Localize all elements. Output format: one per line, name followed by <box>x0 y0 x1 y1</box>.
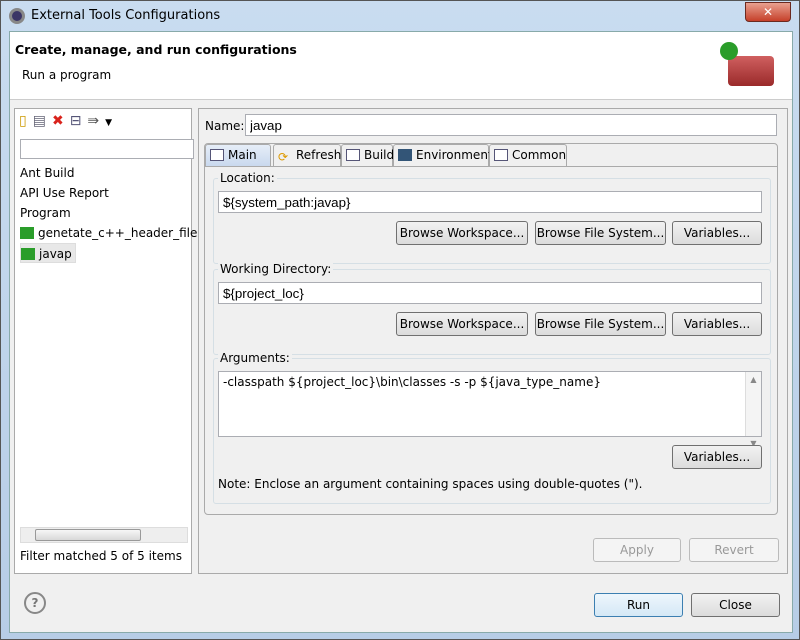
location-browse-fs-button[interactable]: Browse File System... <box>535 221 666 245</box>
main-tab-icon <box>210 149 224 161</box>
revert-button[interactable]: Revert <box>689 538 779 562</box>
tree-item-javap[interactable]: javap <box>20 243 76 263</box>
horizontal-scrollbar[interactable] <box>20 527 188 543</box>
duplicate-icon[interactable]: ▤ <box>33 113 52 129</box>
location-group: Location: Browse Workspace... Browse Fil… <box>213 171 771 264</box>
tab-label: Main <box>228 148 257 162</box>
refresh-icon: ⟳ <box>278 150 289 164</box>
tab-build[interactable]: Build <box>341 144 395 166</box>
workdir-label: Working Directory: <box>218 262 334 276</box>
tab-refresh[interactable]: ⟳ Refresh <box>273 144 341 166</box>
vertical-scrollbar[interactable]: ▲ ▼ <box>745 372 761 448</box>
tree-item-genetate[interactable]: genetate_c++_header_file <box>20 223 197 243</box>
filter-status: Filter matched 5 of 5 items <box>20 549 182 563</box>
workdir-variables-button[interactable]: Variables... <box>672 312 762 336</box>
location-input[interactable] <box>218 191 762 213</box>
tree-item-label: javap <box>39 247 72 261</box>
program-launch-icon <box>21 248 35 260</box>
config-editor: Name: Main ⟳ Refresh Build Environment Co… <box>198 108 788 574</box>
tab-environment[interactable]: Environment <box>393 144 493 166</box>
tree-item-api-use-report[interactable]: API Use Report <box>20 183 109 203</box>
filter-input[interactable] <box>20 139 194 159</box>
program-launch-icon <box>20 227 34 239</box>
scrollbar-thumb[interactable] <box>35 529 141 541</box>
tab-label: Common <box>512 148 567 162</box>
arguments-note: Note: Enclose an argument containing spa… <box>218 477 643 491</box>
location-label: Location: <box>218 171 277 185</box>
run-badge-icon <box>720 42 738 60</box>
close-button[interactable]: Close <box>691 593 780 617</box>
dialog-header: Create, manage, and run configurations R… <box>10 32 792 100</box>
name-label: Name: <box>205 119 245 133</box>
arguments-variables-button[interactable]: Variables... <box>672 445 762 469</box>
tree-item-program[interactable]: Program <box>20 203 71 223</box>
header-title: Create, manage, and run configurations <box>15 42 297 57</box>
tab-common[interactable]: Common <box>489 144 567 166</box>
title-bar: External Tools Configurations ✕ <box>1 1 800 31</box>
tab-label: Refresh <box>296 148 342 162</box>
tab-label: Environment <box>416 148 493 162</box>
workdir-browse-workspace-button[interactable]: Browse Workspace... <box>396 312 528 336</box>
workdir-group: Working Directory: Browse Workspace... B… <box>213 262 771 355</box>
collapse-all-icon[interactable]: ⊟ <box>70 113 88 129</box>
tree-item-ant-build[interactable]: Ant Build <box>20 163 74 183</box>
filter-icon[interactable]: ⇛ <box>87 113 105 129</box>
tab-folder: Main ⟳ Refresh Build Environment Common L… <box>204 143 778 515</box>
build-icon <box>346 149 360 161</box>
tab-main[interactable]: Main <box>205 144 271 166</box>
location-variables-button[interactable]: Variables... <box>672 221 762 245</box>
name-input[interactable] <box>245 114 777 136</box>
window-close-button[interactable]: ✕ <box>745 2 791 22</box>
run-button[interactable]: Run <box>594 593 683 617</box>
window-title: External Tools Configurations <box>31 8 221 23</box>
arguments-label: Arguments: <box>218 351 292 365</box>
header-subtitle: Run a program <box>22 68 112 82</box>
location-browse-workspace-button[interactable]: Browse Workspace... <box>396 221 528 245</box>
delete-icon[interactable]: ✖ <box>52 113 70 129</box>
filter-menu-chevron-icon[interactable]: ▼ <box>105 118 118 128</box>
toolbox-icon <box>728 56 774 86</box>
dialog-client: Create, manage, and run configurations R… <box>9 31 793 633</box>
new-config-icon[interactable]: ▯ <box>19 113 33 129</box>
arguments-group: Arguments: -classpath ${project_loc}\bin… <box>213 351 771 504</box>
workdir-input[interactable] <box>218 282 762 304</box>
tab-label: Build <box>364 148 395 162</box>
environment-icon <box>398 149 412 161</box>
config-tree-panel: ▯▤✖⊟⇛▼ Ant Build API Use Report Program … <box>14 108 197 574</box>
help-icon[interactable]: ? <box>24 592 46 614</box>
arguments-text: -classpath ${project_loc}\bin\classes -s… <box>223 375 601 389</box>
arguments-textarea[interactable]: -classpath ${project_loc}\bin\classes -s… <box>218 371 762 448</box>
dialog-window: External Tools Configurations ✕ Create, … <box>0 0 800 640</box>
tree-item-label: genetate_c++_header_file <box>38 226 198 240</box>
eclipse-gear-icon <box>9 8 25 24</box>
common-icon <box>494 149 508 161</box>
workdir-browse-fs-button[interactable]: Browse File System... <box>535 312 666 336</box>
apply-button[interactable]: Apply <box>593 538 681 562</box>
